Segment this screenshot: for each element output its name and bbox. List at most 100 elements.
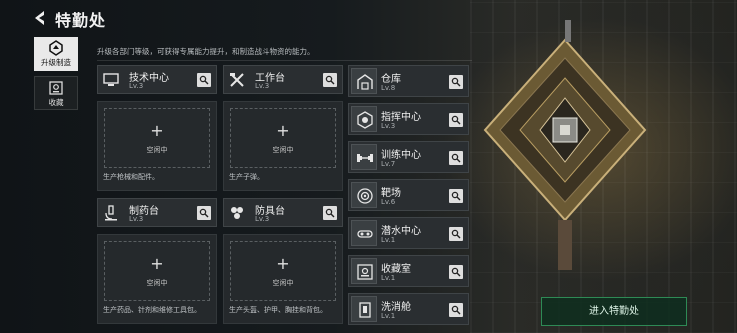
- item-name: 指挥中心: [381, 112, 421, 123]
- item-level: Lv.1: [381, 312, 396, 320]
- slot-status: 空闲中: [272, 146, 294, 154]
- slot-status: 空闲中: [146, 146, 168, 154]
- icon-frame: [351, 68, 377, 94]
- card-pharmacy[interactable]: 制药台 Lv.3: [97, 198, 217, 227]
- tab-label: 收藏: [48, 98, 64, 107]
- search-icon: [451, 305, 461, 315]
- plus-icon: +: [150, 121, 164, 140]
- back-arrow-icon[interactable]: [32, 9, 48, 27]
- icon-frame: [351, 258, 377, 284]
- search-icon: [325, 75, 335, 85]
- monitor-icon: [103, 73, 119, 86]
- card-level: Lv.3: [129, 82, 144, 90]
- tab-upgrade-manufacture[interactable]: 升级制造: [34, 37, 78, 71]
- list-item-training-center[interactable]: 训练中心 Lv.7: [348, 141, 469, 173]
- search-icon: [451, 153, 461, 163]
- production-slot[interactable]: + 空闲中: [230, 108, 336, 168]
- divider: [97, 60, 472, 61]
- item-name: 靶场: [381, 188, 401, 199]
- card-tech-center-panel: + 空闲中 生产枪械和配件。: [97, 101, 217, 191]
- search-icon: [451, 267, 461, 277]
- item-level: Lv.1: [381, 274, 396, 282]
- icon-frame: [351, 144, 377, 170]
- plus-icon: +: [276, 121, 290, 140]
- plus-icon: +: [276, 254, 290, 273]
- enter-special-ops-button[interactable]: 进入特勤处: [541, 297, 687, 326]
- armor-icon: [231, 207, 243, 219]
- item-level: Lv.1: [381, 236, 396, 244]
- inspect-button[interactable]: [449, 265, 463, 279]
- upgrade-icon: [49, 40, 63, 56]
- card-level: Lv.3: [255, 215, 270, 223]
- card-note: 生产药品、针剂和维修工具包。: [103, 306, 201, 314]
- card-note: 生产子弹。: [229, 173, 264, 181]
- microscope-icon: [105, 205, 117, 221]
- card-level: Lv.3: [129, 215, 144, 223]
- warehouse-icon: [357, 74, 373, 90]
- card-workbench[interactable]: 工作台 Lv.3: [223, 65, 343, 94]
- production-slot[interactable]: + 空闲中: [104, 241, 210, 301]
- item-name: 潜水中心: [381, 226, 421, 237]
- decon-icon: [359, 302, 371, 318]
- tools-icon: [230, 73, 244, 87]
- card-armor-bench-panel: + 空闲中 生产头盔、护甲、胸挂和背包。: [223, 234, 343, 324]
- inspect-button[interactable]: [449, 113, 463, 127]
- inspect-button[interactable]: [197, 206, 211, 220]
- search-icon: [451, 229, 461, 239]
- inspect-button[interactable]: [449, 75, 463, 89]
- card-level: Lv.3: [255, 82, 270, 90]
- collection-icon: [49, 81, 63, 95]
- inspect-button[interactable]: [449, 303, 463, 317]
- item-level: Lv.6: [381, 198, 396, 206]
- list-item-warehouse[interactable]: 仓库 Lv.8: [348, 65, 469, 97]
- list-item-decontamination-pod[interactable]: 洗消舱 Lv.1: [348, 293, 469, 325]
- search-icon: [451, 115, 461, 125]
- item-name: 仓库: [381, 74, 401, 85]
- search-icon: [451, 77, 461, 87]
- inspect-button[interactable]: [323, 73, 337, 87]
- item-level: Lv.7: [381, 160, 396, 168]
- item-name: 收藏室: [381, 264, 411, 275]
- slot-status: 空闲中: [272, 279, 294, 287]
- item-level: Lv.8: [381, 84, 396, 92]
- inspect-button[interactable]: [449, 151, 463, 165]
- slot-status: 空闲中: [146, 279, 168, 287]
- target-icon: [357, 188, 373, 204]
- dumbbell-icon: [357, 154, 373, 162]
- icon-frame: [351, 296, 377, 322]
- list-item-diving-center[interactable]: 潜水中心 Lv.1: [348, 217, 469, 249]
- inspect-button[interactable]: [197, 73, 211, 87]
- command-icon: [357, 111, 373, 129]
- production-slot[interactable]: + 空闲中: [230, 241, 336, 301]
- card-armor-bench[interactable]: 防具台 Lv.3: [223, 198, 343, 227]
- card-note: 生产枪械和配件。: [103, 173, 159, 181]
- inspect-button[interactable]: [323, 206, 337, 220]
- tab-collection[interactable]: 收藏: [34, 76, 78, 110]
- page-title: 特勤处: [55, 11, 107, 30]
- icon-frame: [351, 106, 377, 132]
- inspect-button[interactable]: [449, 227, 463, 241]
- diving-icon: [357, 230, 373, 238]
- search-icon: [451, 191, 461, 201]
- icon-frame: [351, 220, 377, 246]
- search-icon: [325, 208, 335, 218]
- card-tech-center[interactable]: 技术中心 Lv.3: [97, 65, 217, 94]
- search-icon: [199, 208, 209, 218]
- card-pharmacy-panel: + 空闲中 生产药品、针剂和维修工具包。: [97, 234, 217, 324]
- card-workbench-panel: + 空闲中 生产子弹。: [223, 101, 343, 191]
- production-slot[interactable]: + 空闲中: [104, 108, 210, 168]
- card-note: 生产头盔、护甲、胸挂和背包。: [229, 306, 327, 314]
- plus-icon: +: [150, 254, 164, 273]
- list-item-shooting-range[interactable]: 靶场 Lv.6: [348, 179, 469, 211]
- icon-frame: [351, 182, 377, 208]
- inspect-button[interactable]: [449, 189, 463, 203]
- list-item-collection-room[interactable]: 收藏室 Lv.1: [348, 255, 469, 287]
- list-item-command-center[interactable]: 指挥中心 Lv.3: [348, 103, 469, 135]
- search-icon: [199, 75, 209, 85]
- item-level: Lv.3: [381, 122, 396, 130]
- item-name: 训练中心: [381, 150, 421, 161]
- collection-room-icon: [357, 264, 373, 280]
- item-name: 洗消舱: [381, 302, 411, 313]
- page-description: 升级各部门等级，可获得专属能力提升，和制造战斗物资的能力。: [97, 47, 315, 56]
- tab-label: 升级制造: [41, 58, 71, 67]
